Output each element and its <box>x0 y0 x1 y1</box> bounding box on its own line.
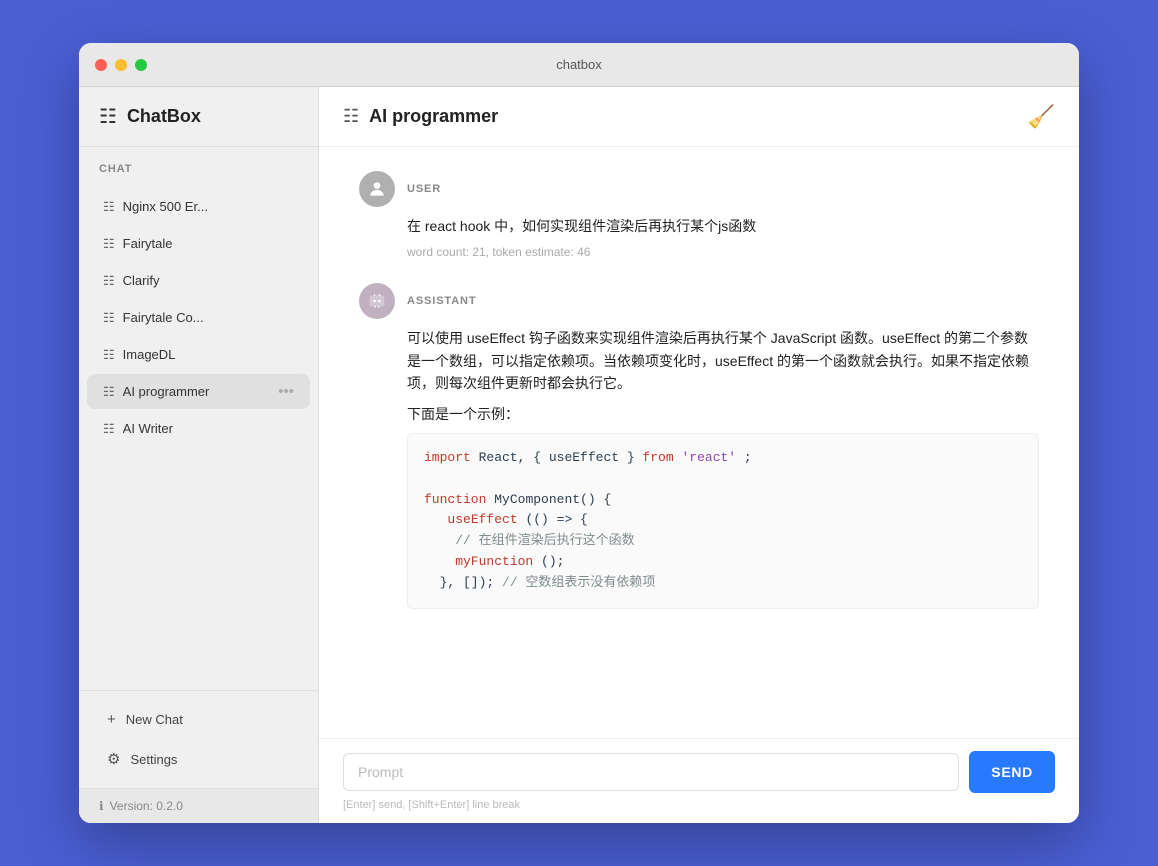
version-text: Version: 0.2.0 <box>110 799 183 813</box>
chat-item-icon: ☷ <box>103 199 115 215</box>
new-chat-button[interactable]: + New Chat <box>87 701 310 738</box>
sidebar-item-clarify[interactable]: ☷ Clarify ••• <box>87 263 310 298</box>
assistant-intro: 可以使用 useEffect 钩子函数来实现组件渲染后再执行某个 JavaScr… <box>407 327 1039 394</box>
chat-item-icon: ☷ <box>103 310 115 326</box>
user-role-label: USER <box>407 183 441 195</box>
chat-area: USER 在 react hook 中，如何实现组件渲染后再执行某个js函数 w… <box>319 147 1079 738</box>
version-bar: ℹ Version: 0.2.0 <box>79 788 318 823</box>
input-area: SEND [Enter] send, [Shift+Enter] line br… <box>319 738 1079 823</box>
code-block: import React, { useEffect } from 'react'… <box>407 433 1039 609</box>
chat-item-label: Nginx 500 Er... <box>123 199 271 214</box>
chat-list: ☷ Nginx 500 Er... ••• ☷ Fairytale ••• ☷ … <box>79 183 318 690</box>
assistant-avatar <box>359 283 395 319</box>
main-content: ☷ AI programmer 🧹 USER 在 react hook 中，如何… <box>319 87 1079 823</box>
chat-item-label: Clarify <box>123 273 271 288</box>
main-header: ☷ AI programmer 🧹 <box>319 87 1079 147</box>
prompt-input[interactable] <box>343 753 959 791</box>
user-message-block: USER 在 react hook 中，如何实现组件渲染后再执行某个js函数 w… <box>359 171 1039 259</box>
chat-icon: ☷ <box>343 106 359 127</box>
user-message-content: 在 react hook 中，如何实现组件渲染后再执行某个js函数 <box>407 215 1039 237</box>
app-window: chatbox ☷ ChatBox CHAT ☷ Nginx 500 Er...… <box>79 43 1079 823</box>
assistant-message-block: ASSISTANT 可以使用 useEffect 钩子函数来实现组件渲染后再执行… <box>359 283 1039 616</box>
traffic-light-minimize[interactable] <box>115 59 127 71</box>
plus-icon: + <box>107 711 116 728</box>
sidebar: ☷ ChatBox CHAT ☷ Nginx 500 Er... ••• ☷ F… <box>79 87 319 823</box>
sidebar-item-nginx[interactable]: ☷ Nginx 500 Er... ••• <box>87 189 310 224</box>
window-title: chatbox <box>556 57 602 72</box>
input-hint: [Enter] send, [Shift+Enter] line break <box>343 799 1055 811</box>
input-row: SEND <box>343 751 1055 793</box>
chat-item-icon: ☷ <box>103 347 115 363</box>
settings-button[interactable]: ⚙ Settings <box>87 740 310 778</box>
chat-item-icon: ☷ <box>103 273 115 289</box>
assistant-sub: 下面是一个示例： <box>407 403 1039 425</box>
assistant-message-content: 可以使用 useEffect 钩子函数来实现组件渲染后再执行某个 JavaScr… <box>407 327 1039 616</box>
clear-chat-button[interactable]: 🧹 <box>1028 104 1055 130</box>
chat-item-icon: ☷ <box>103 421 115 437</box>
main-header-left: ☷ AI programmer <box>343 106 498 127</box>
sidebar-header: ☷ ChatBox <box>79 87 318 147</box>
chat-item-icon: ☷ <box>103 236 115 252</box>
sidebar-bottom: + New Chat ⚙ Settings <box>79 690 318 788</box>
sidebar-item-imagedl[interactable]: ☷ ImageDL ••• <box>87 337 310 372</box>
app-title: ChatBox <box>127 106 201 127</box>
app-body: ☷ ChatBox CHAT ☷ Nginx 500 Er... ••• ☷ F… <box>79 87 1079 823</box>
sidebar-item-fairytale[interactable]: ☷ Fairytale ••• <box>87 226 310 261</box>
chat-item-menu-button[interactable]: ••• <box>278 383 294 400</box>
chat-section-label: CHAT <box>79 147 318 183</box>
sidebar-item-ai-programmer[interactable]: ☷ AI programmer ••• <box>87 374 310 409</box>
user-avatar <box>359 171 395 207</box>
chat-item-label: Fairytale Co... <box>123 310 271 325</box>
user-message-header: USER <box>359 171 1039 207</box>
assistant-message-header: ASSISTANT <box>359 283 1039 319</box>
gear-icon: ⚙ <box>107 750 120 768</box>
assistant-role-label: ASSISTANT <box>407 295 476 307</box>
chat-item-icon: ☷ <box>103 384 115 400</box>
sidebar-item-ai-writer[interactable]: ☷ AI Writer ••• <box>87 411 310 446</box>
code-line-1: import React, { useEffect } from 'react'… <box>424 448 1022 469</box>
chat-item-label: ImageDL <box>123 347 271 362</box>
chatbox-logo-icon: ☷ <box>99 104 117 129</box>
info-icon: ℹ <box>99 799 104 813</box>
sidebar-item-fairytale-co[interactable]: ☷ Fairytale Co... ••• <box>87 300 310 335</box>
chat-item-label: AI Writer <box>123 421 271 436</box>
user-message-meta: word count: 21, token estimate: 46 <box>407 245 1039 259</box>
settings-label: Settings <box>130 752 177 767</box>
traffic-light-maximize[interactable] <box>135 59 147 71</box>
chat-item-label: Fairytale <box>123 236 271 251</box>
chat-title: AI programmer <box>369 106 498 127</box>
send-button[interactable]: SEND <box>969 751 1055 793</box>
traffic-light-close[interactable] <box>95 59 107 71</box>
new-chat-label: New Chat <box>126 712 183 727</box>
chat-item-label: AI programmer <box>123 384 271 399</box>
titlebar: chatbox <box>79 43 1079 87</box>
